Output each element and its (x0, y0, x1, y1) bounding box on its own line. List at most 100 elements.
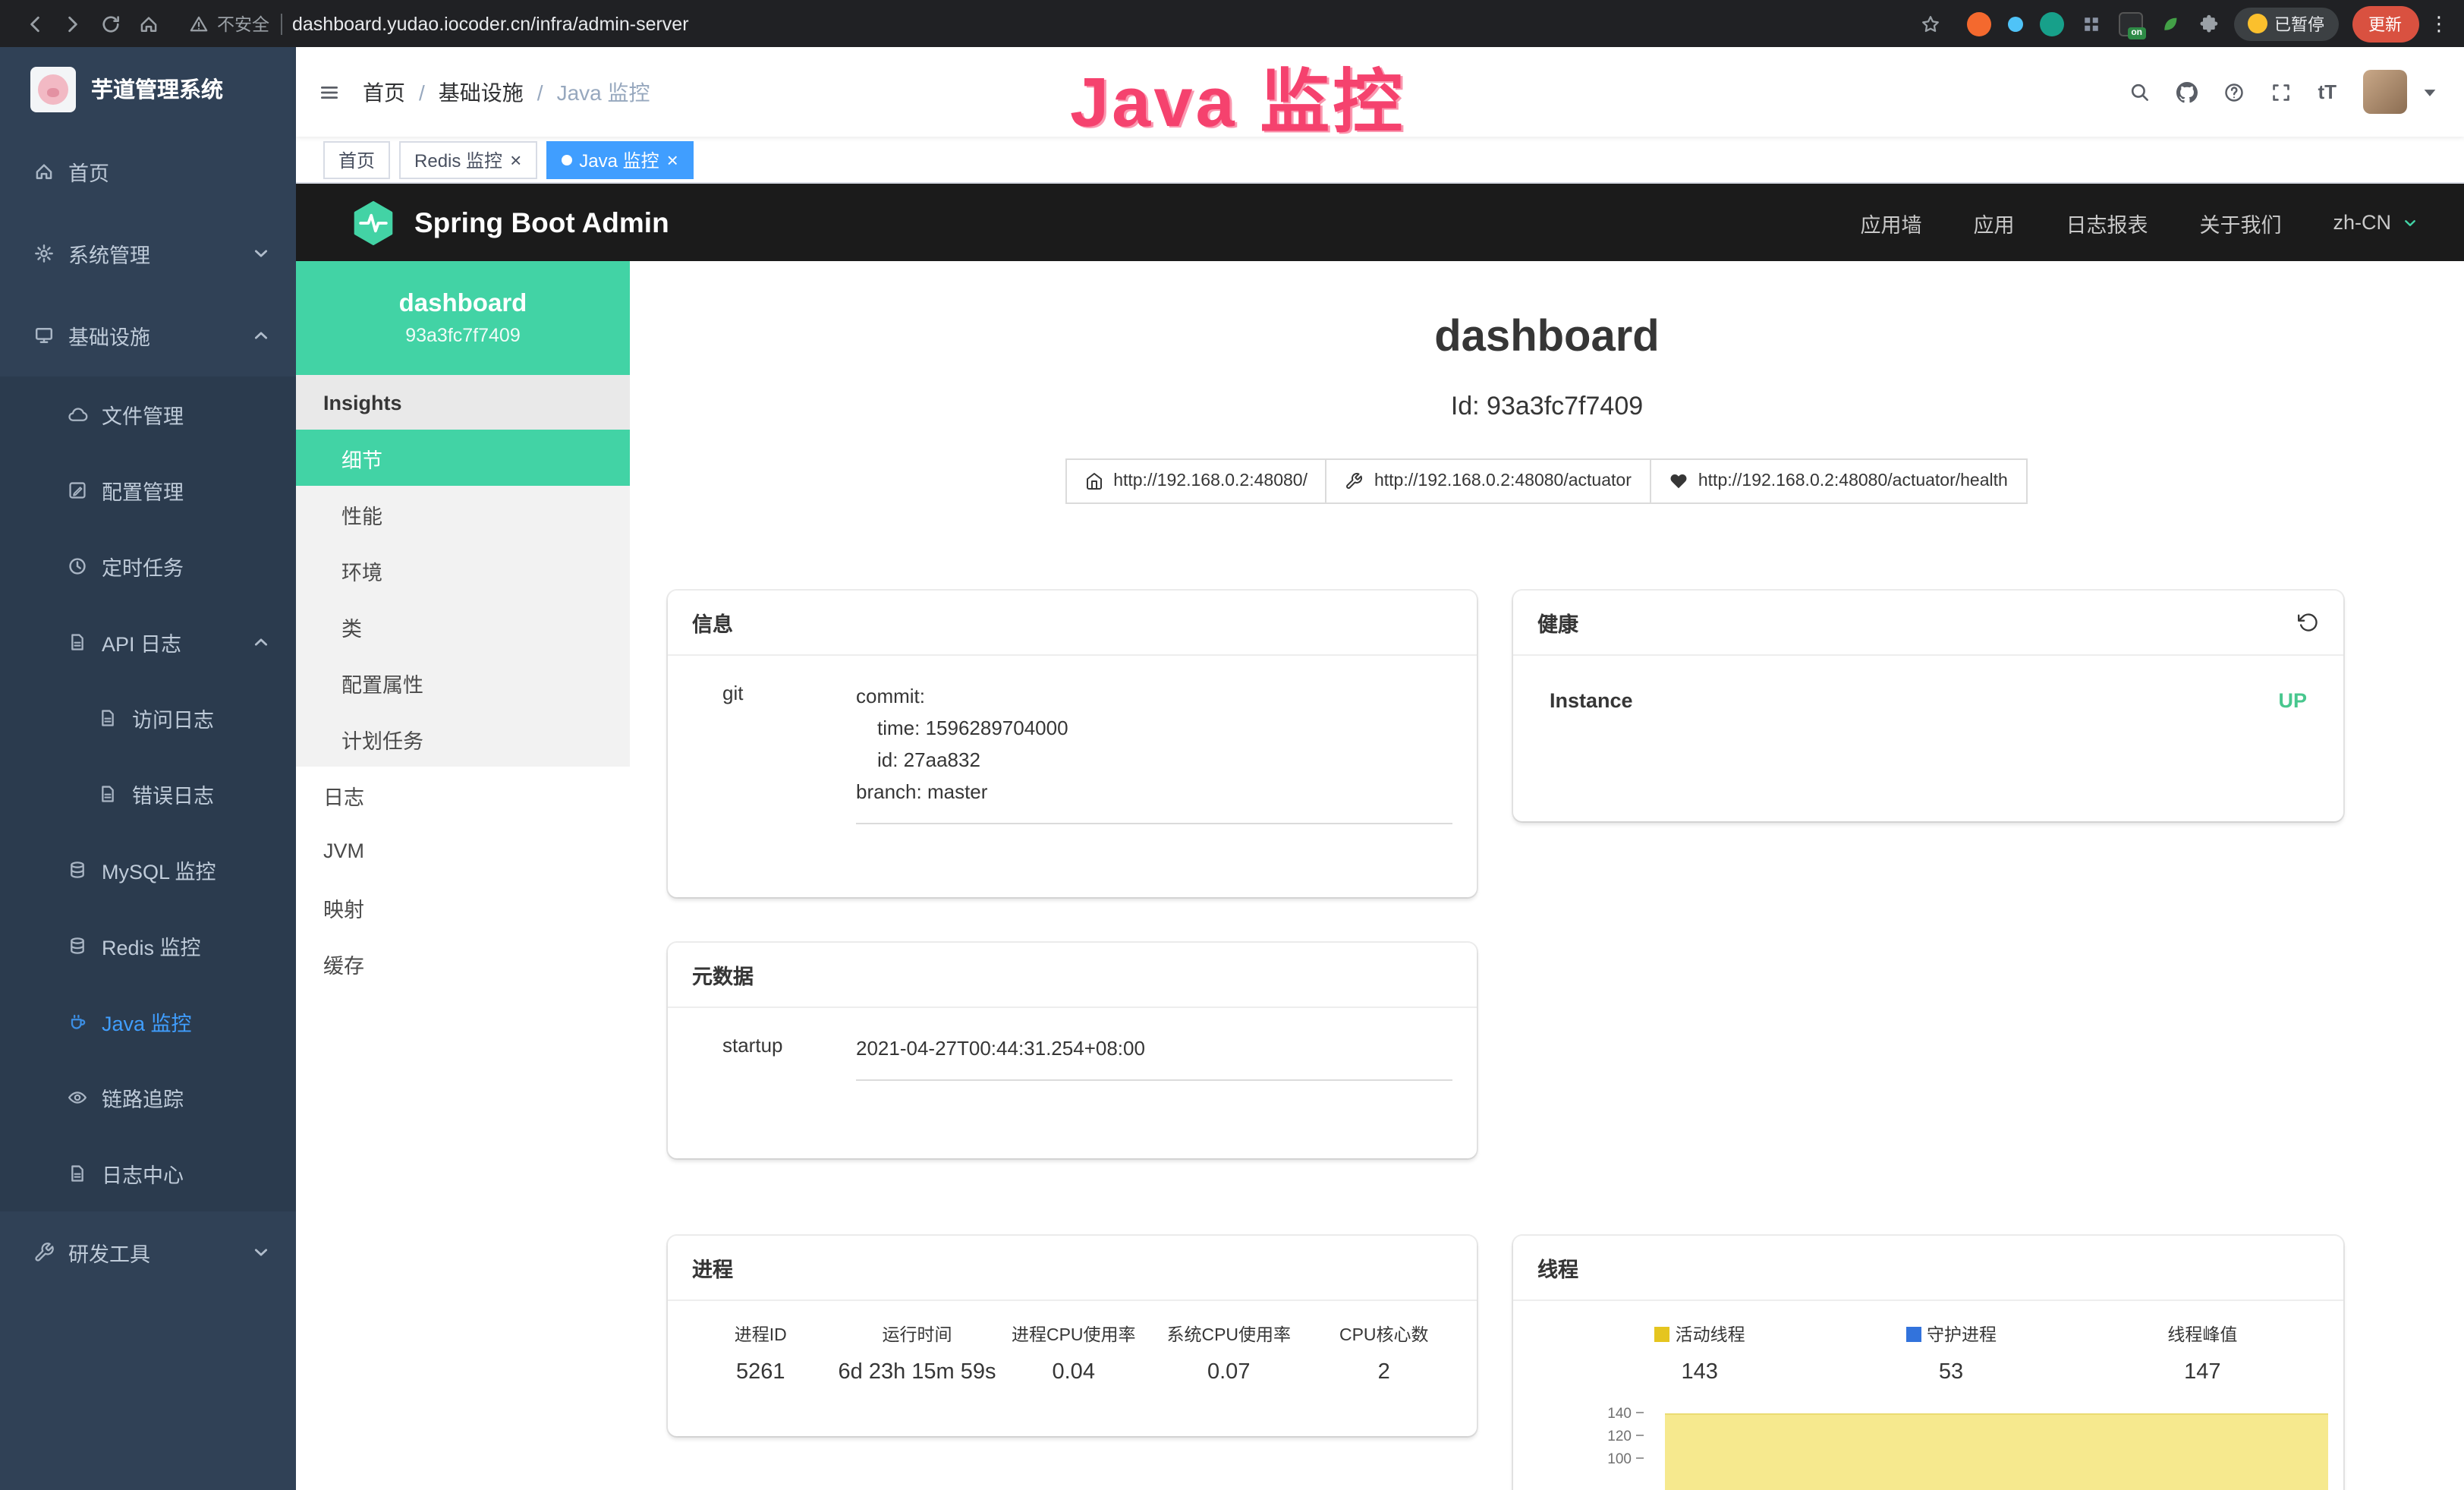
search-icon[interactable] (2129, 81, 2151, 102)
sba-menu-details[interactable]: 细节 (296, 430, 630, 486)
sba-menu-mappings[interactable]: 映射 (296, 879, 630, 935)
sidebar-item-redis-monitor[interactable]: Redis 监控 (0, 908, 296, 984)
sidebar-item-error-log[interactable]: 错误日志 (0, 756, 296, 832)
tab-redis-monitor[interactable]: Redis 监控 × (399, 140, 537, 178)
sidebar-item-label: Redis 监控 (102, 931, 201, 961)
gear-icon (33, 243, 55, 264)
sba-menu-scheduled-tasks[interactable]: 计划任务 (296, 710, 630, 767)
sidebar-item-api-log[interactable]: API 日志 (0, 604, 296, 680)
y-axis-tick: 140 (1565, 1406, 1644, 1422)
extension-leaf-icon[interactable] (2159, 13, 2180, 34)
sidebar-item-dev-tools[interactable]: 研发工具 (0, 1211, 296, 1293)
sidebar-item-system-manage[interactable]: 系统管理 (0, 213, 296, 295)
sba-menu-environment[interactable]: 环境 (296, 542, 630, 598)
locale-selector[interactable]: zh-CN (2333, 211, 2418, 234)
sidebar-item-log-center[interactable]: 日志中心 (0, 1136, 296, 1211)
stat-label: 线程峰值 (2167, 1327, 2237, 1345)
tab-home[interactable]: 首页 (323, 140, 390, 178)
chevron-down-icon (250, 1242, 272, 1263)
extension-grid-icon[interactable] (2080, 13, 2101, 34)
hamburger-icon[interactable] (296, 81, 363, 102)
sidebar-item-infrastructure[interactable]: 基础设施 (0, 295, 296, 376)
sidebar-item-mysql-monitor[interactable]: MySQL 监控 (0, 832, 296, 908)
avatar[interactable] (2362, 70, 2406, 114)
browser-menu-icon[interactable]: ⋮ (2429, 11, 2449, 36)
sba-menu-jvm[interactable]: JVM (296, 823, 630, 879)
sidebar-item-label: 定时任务 (102, 551, 184, 581)
card-title: 信息 (668, 591, 1477, 656)
extensions-puzzle-icon[interactable] (2197, 13, 2218, 34)
github-icon[interactable] (2176, 81, 2198, 102)
metadata-card: 元数据 startup 2021-04-27T00:44:31.254+08:0… (668, 943, 1477, 1158)
security-warning: 不安全 (217, 11, 269, 36)
process-stat: 进程CPU使用率 0.04 (996, 1322, 1152, 1384)
sidebar-item-label: 文件管理 (102, 399, 184, 430)
browser-update-button[interactable]: 更新 (2352, 5, 2418, 42)
breadcrumb: 首页 / 基础设施 / Java 监控 (363, 77, 650, 107)
sidebar-item-access-log[interactable]: 访问日志 (0, 680, 296, 756)
profile-paused-chip[interactable]: 已暂停 (2233, 7, 2338, 40)
browser-reload-button[interactable] (91, 5, 129, 43)
y-axis-tick: 120 (1565, 1429, 1644, 1445)
close-icon[interactable]: × (667, 150, 678, 169)
extension-icon[interactable] (2007, 16, 2022, 31)
sba-menu-caches[interactable]: 缓存 (296, 935, 630, 991)
sidebar-item-label: 配置管理 (102, 475, 184, 506)
sba-nav-about[interactable]: 关于我们 (2199, 207, 2281, 238)
extension-icon[interactable] (1966, 11, 1990, 36)
extension-icon[interactable] (2039, 11, 2063, 36)
bookmark-star-icon[interactable] (1912, 5, 1949, 43)
stat-value: 143 (1574, 1360, 1825, 1384)
caret-down-icon[interactable] (2418, 81, 2440, 102)
tab-java-monitor[interactable]: Java 监控 × (546, 140, 694, 178)
browser-back-button[interactable] (15, 5, 53, 43)
fullscreen-icon[interactable] (2270, 81, 2292, 102)
stat-label: 进程ID (683, 1322, 839, 1347)
sidebar-item-label: MySQL 监控 (102, 855, 216, 885)
sidebar-item-trace[interactable]: 链路追踪 (0, 1060, 296, 1136)
browser-home-button[interactable] (129, 5, 167, 43)
threads-card: 线程 活动线程 143 守护进程 53 线程峰值 147 (1513, 1236, 2343, 1490)
stat-label: 守护进程 (1927, 1327, 1997, 1345)
sidebar-item-java-monitor[interactable]: Java 监控 (0, 984, 296, 1060)
app-logo-row[interactable]: 芋道管理系统 (0, 47, 296, 131)
instance-link-home[interactable]: http://192.168.0.2:48080/ (1065, 459, 1327, 505)
instance-link-health[interactable]: http://192.168.0.2:48080/actuator/health (1650, 459, 2028, 505)
clock-icon (67, 556, 88, 577)
sba-menu-logs[interactable]: 日志 (296, 767, 630, 823)
sidebar-item-label: 基础设施 (68, 320, 150, 351)
address-bar[interactable]: 不安全 dashboard.yudao.iocoder.cn/infra/adm… (188, 11, 689, 36)
sidebar-item-config-manage[interactable]: 配置管理 (0, 452, 296, 528)
sba-nav-applications[interactable]: 应用 (1973, 207, 2014, 238)
sba-menu-config-props[interactable]: 配置属性 (296, 654, 630, 710)
sba-nav-journal[interactable]: 日志报表 (2066, 207, 2148, 238)
breadcrumb-item[interactable]: 首页 (363, 77, 405, 107)
sidebar-item-label: 链路追踪 (102, 1082, 184, 1113)
sba-nav: 应用墙 应用 日志报表 关于我们 zh-CN (1860, 207, 2418, 238)
sba-brand-title[interactable]: Spring Boot Admin (414, 206, 669, 239)
sidebar-item-scheduled-task[interactable]: 定时任务 (0, 528, 296, 604)
card-title: 进程 (668, 1236, 1477, 1301)
sba-menu-classes[interactable]: 类 (296, 598, 630, 654)
instance-links: http://192.168.0.2:48080/ http://192.168… (630, 459, 2464, 505)
sidebar-item-file-manage[interactable]: 文件管理 (0, 376, 296, 452)
extension-icon[interactable]: on (2118, 11, 2142, 36)
stat-label: 活动线程 (1676, 1327, 1745, 1345)
sba-menu-performance[interactable]: 性能 (296, 486, 630, 542)
process-stat: 进程ID 5261 (683, 1322, 839, 1384)
browser-forward-button[interactable] (53, 5, 91, 43)
font-size-icon[interactable]: tT (2318, 80, 2337, 103)
metadata-key: startup (722, 1032, 856, 1081)
help-icon[interactable] (2223, 81, 2245, 102)
sidebar-item-home[interactable]: 首页 (0, 131, 296, 213)
sidebar-item-label: 首页 (68, 156, 109, 187)
history-icon[interactable] (2298, 612, 2319, 633)
home-icon (33, 161, 55, 182)
instance-link-actuator[interactable]: http://192.168.0.2:48080/actuator (1326, 459, 1651, 505)
chevron-down-icon (250, 243, 272, 264)
instance-header[interactable]: dashboard 93a3fc7f7409 (296, 261, 630, 375)
sba-nav-wallboard[interactable]: 应用墙 (1860, 207, 1921, 238)
sidebar-item-label: 错误日志 (132, 779, 214, 809)
close-icon[interactable]: × (510, 150, 521, 169)
breadcrumb-item[interactable]: 基础设施 (439, 77, 524, 107)
